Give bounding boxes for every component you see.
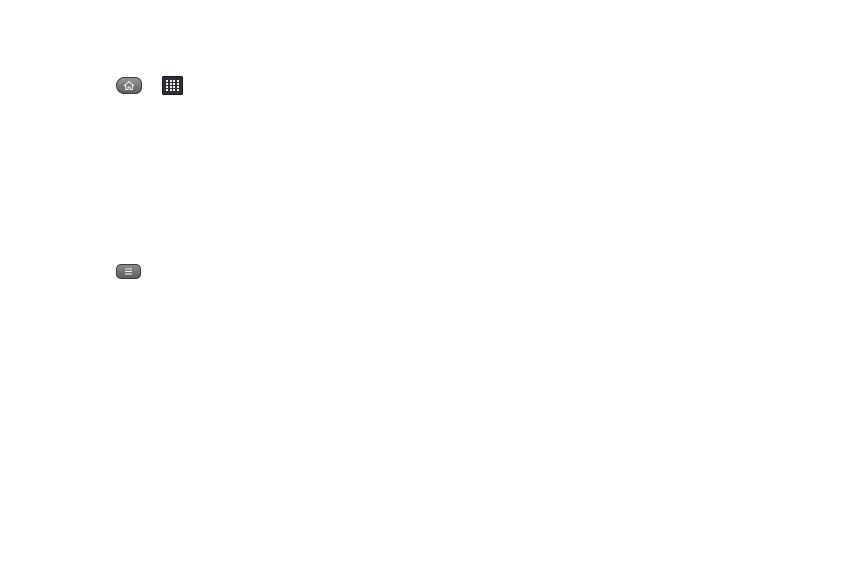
applications-key-icon[interactable] <box>162 76 183 95</box>
menu-icon <box>125 268 132 275</box>
apps-grid-icon <box>165 79 180 92</box>
home-key-icon[interactable] <box>116 77 142 94</box>
home-icon <box>124 81 134 90</box>
menu-key-icon[interactable] <box>116 264 141 279</box>
